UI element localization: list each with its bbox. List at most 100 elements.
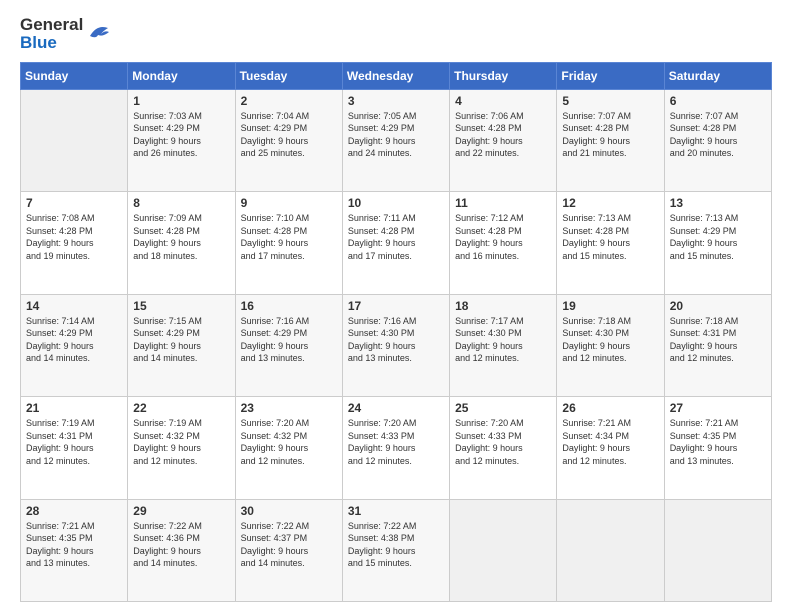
day-number: 29 (133, 504, 229, 518)
day-info: Sunrise: 7:08 AMSunset: 4:28 PMDaylight:… (26, 212, 122, 262)
calendar-cell (21, 89, 128, 191)
calendar-cell: 22 Sunrise: 7:19 AMSunset: 4:32 PMDayligh… (128, 397, 235, 499)
calendar-cell: 27 Sunrise: 7:21 AMSunset: 4:35 PMDayligh… (664, 397, 771, 499)
weekday-thursday: Thursday (450, 62, 557, 89)
day-info: Sunrise: 7:16 AMSunset: 4:29 PMDaylight:… (241, 315, 337, 365)
week-row-5: 28Sunrise: 7:21 AMSunset: 4:35 PMDayligh… (21, 499, 772, 602)
day-number: 27 (670, 401, 766, 415)
day-number: 6 (670, 94, 766, 108)
day-number: 31 (348, 504, 444, 518)
logo: General Blue (20, 16, 109, 52)
day-info: Sunrise: 7:10 AMSunset: 4:28 PMDaylight:… (241, 212, 337, 262)
day-number: 9 (241, 196, 337, 210)
day-number: 2 (241, 94, 337, 108)
week-row-1: 1Sunrise: 7:03 AMSunset: 4:29 PMDaylight… (21, 89, 772, 191)
day-number: 3 (348, 94, 444, 108)
day-info: Sunrise: 7:15 AMSunset: 4:29 PMDaylight:… (133, 315, 229, 365)
calendar-cell (664, 499, 771, 602)
calendar-cell: 12 Sunrise: 7:13 AMSunset: 4:28 PMDayligh… (557, 192, 664, 294)
day-info: Sunrise: 7:21 AMSunset: 4:35 PMDaylight:… (670, 417, 766, 467)
calendar-cell: 10 Sunrise: 7:11 AMSunset: 4:28 PMDayligh… (342, 192, 449, 294)
day-info: Sunrise: 7:13 AMSunset: 4:28 PMDaylight:… (562, 212, 658, 262)
day-info: Sunrise: 7:20 AMSunset: 4:33 PMDaylight:… (348, 417, 444, 467)
day-number: 17 (348, 299, 444, 313)
day-info: Sunrise: 7:22 AMSunset: 4:36 PMDaylight:… (133, 520, 229, 570)
day-info: Sunrise: 7:19 AMSunset: 4:31 PMDaylight:… (26, 417, 122, 467)
day-number: 8 (133, 196, 229, 210)
calendar-cell (450, 499, 557, 602)
day-info: Sunrise: 7:13 AMSunset: 4:29 PMDaylight:… (670, 212, 766, 262)
weekday-friday: Friday (557, 62, 664, 89)
day-number: 19 (562, 299, 658, 313)
day-info: Sunrise: 7:22 AMSunset: 4:37 PMDaylight:… (241, 520, 337, 570)
day-info: Sunrise: 7:21 AMSunset: 4:34 PMDaylight:… (562, 417, 658, 467)
calendar-cell: 11Sunrise: 7:12 AMSunset: 4:28 PMDayligh… (450, 192, 557, 294)
weekday-sunday: Sunday (21, 62, 128, 89)
calendar-body: 1Sunrise: 7:03 AMSunset: 4:29 PMDaylight… (21, 89, 772, 601)
calendar-cell: 8Sunrise: 7:09 AMSunset: 4:28 PMDaylight… (128, 192, 235, 294)
day-info: Sunrise: 7:21 AMSunset: 4:35 PMDaylight:… (26, 520, 122, 570)
calendar-cell: 30 Sunrise: 7:22 AMSunset: 4:37 PMDayligh… (235, 499, 342, 602)
weekday-tuesday: Tuesday (235, 62, 342, 89)
day-info: Sunrise: 7:05 AMSunset: 4:29 PMDaylight:… (348, 110, 444, 160)
calendar-cell: 19 Sunrise: 7:18 AMSunset: 4:30 PMDayligh… (557, 294, 664, 396)
day-info: Sunrise: 7:11 AMSunset: 4:28 PMDaylight:… (348, 212, 444, 262)
day-info: Sunrise: 7:18 AMSunset: 4:31 PMDaylight:… (670, 315, 766, 365)
calendar-cell: 23Sunrise: 7:20 AMSunset: 4:32 PMDayligh… (235, 397, 342, 499)
calendar-cell: 24 Sunrise: 7:20 AMSunset: 4:33 PMDayligh… (342, 397, 449, 499)
day-number: 18 (455, 299, 551, 313)
calendar-cell (557, 499, 664, 602)
day-number: 30 (241, 504, 337, 518)
day-number: 21 (26, 401, 122, 415)
logo-general: General (20, 16, 83, 34)
day-number: 12 (562, 196, 658, 210)
day-number: 24 (348, 401, 444, 415)
weekday-monday: Monday (128, 62, 235, 89)
day-info: Sunrise: 7:17 AMSunset: 4:30 PMDaylight:… (455, 315, 551, 365)
day-number: 23 (241, 401, 337, 415)
day-number: 14 (26, 299, 122, 313)
day-info: Sunrise: 7:16 AMSunset: 4:30 PMDaylight:… (348, 315, 444, 365)
page: General Blue SundayMondayTuesdayWednesda… (0, 0, 792, 612)
day-info: Sunrise: 7:07 AMSunset: 4:28 PMDaylight:… (670, 110, 766, 160)
week-row-4: 21 Sunrise: 7:19 AMSunset: 4:31 PMDayligh… (21, 397, 772, 499)
calendar-cell: 14 Sunrise: 7:14 AMSunset: 4:29 PMDayligh… (21, 294, 128, 396)
calendar-cell: 29 Sunrise: 7:22 AMSunset: 4:36 PMDayligh… (128, 499, 235, 602)
day-number: 13 (670, 196, 766, 210)
week-row-2: 7 Sunrise: 7:08 AMSunset: 4:28 PMDaylight… (21, 192, 772, 294)
header: General Blue (20, 16, 772, 52)
day-number: 1 (133, 94, 229, 108)
calendar-cell: 31 Sunrise: 7:22 AMSunset: 4:38 PMDayligh… (342, 499, 449, 602)
day-info: Sunrise: 7:19 AMSunset: 4:32 PMDaylight:… (133, 417, 229, 467)
weekday-wednesday: Wednesday (342, 62, 449, 89)
day-info: Sunrise: 7:18 AMSunset: 4:30 PMDaylight:… (562, 315, 658, 365)
weekday-header-row: SundayMondayTuesdayWednesdayThursdayFrid… (21, 62, 772, 89)
day-number: 22 (133, 401, 229, 415)
day-info: Sunrise: 7:04 AMSunset: 4:29 PMDaylight:… (241, 110, 337, 160)
calendar-cell: 3 Sunrise: 7:05 AMSunset: 4:29 PMDaylight… (342, 89, 449, 191)
calendar-cell: 21 Sunrise: 7:19 AMSunset: 4:31 PMDayligh… (21, 397, 128, 499)
calendar-cell: 4 Sunrise: 7:06 AMSunset: 4:28 PMDaylight… (450, 89, 557, 191)
calendar-cell: 9 Sunrise: 7:10 AMSunset: 4:28 PMDaylight… (235, 192, 342, 294)
logo-blue: Blue (20, 34, 57, 52)
calendar-cell: 26 Sunrise: 7:21 AMSunset: 4:34 PMDayligh… (557, 397, 664, 499)
day-number: 20 (670, 299, 766, 313)
day-info: Sunrise: 7:22 AMSunset: 4:38 PMDaylight:… (348, 520, 444, 570)
day-number: 26 (562, 401, 658, 415)
day-info: Sunrise: 7:14 AMSunset: 4:29 PMDaylight:… (26, 315, 122, 365)
day-number: 7 (26, 196, 122, 210)
day-number: 10 (348, 196, 444, 210)
day-number: 15 (133, 299, 229, 313)
calendar-cell: 15 Sunrise: 7:15 AMSunset: 4:29 PMDayligh… (128, 294, 235, 396)
day-number: 25 (455, 401, 551, 415)
day-info: Sunrise: 7:06 AMSunset: 4:28 PMDaylight:… (455, 110, 551, 160)
week-row-3: 14 Sunrise: 7:14 AMSunset: 4:29 PMDayligh… (21, 294, 772, 396)
calendar-cell: 2 Sunrise: 7:04 AMSunset: 4:29 PMDaylight… (235, 89, 342, 191)
day-info: Sunrise: 7:07 AMSunset: 4:28 PMDaylight:… (562, 110, 658, 160)
calendar-cell: 16Sunrise: 7:16 AMSunset: 4:29 PMDayligh… (235, 294, 342, 396)
calendar-cell: 18 Sunrise: 7:17 AMSunset: 4:30 PMDayligh… (450, 294, 557, 396)
calendar-cell: 7 Sunrise: 7:08 AMSunset: 4:28 PMDaylight… (21, 192, 128, 294)
day-number: 4 (455, 94, 551, 108)
calendar-cell: 17 Sunrise: 7:16 AMSunset: 4:30 PMDayligh… (342, 294, 449, 396)
day-number: 5 (562, 94, 658, 108)
